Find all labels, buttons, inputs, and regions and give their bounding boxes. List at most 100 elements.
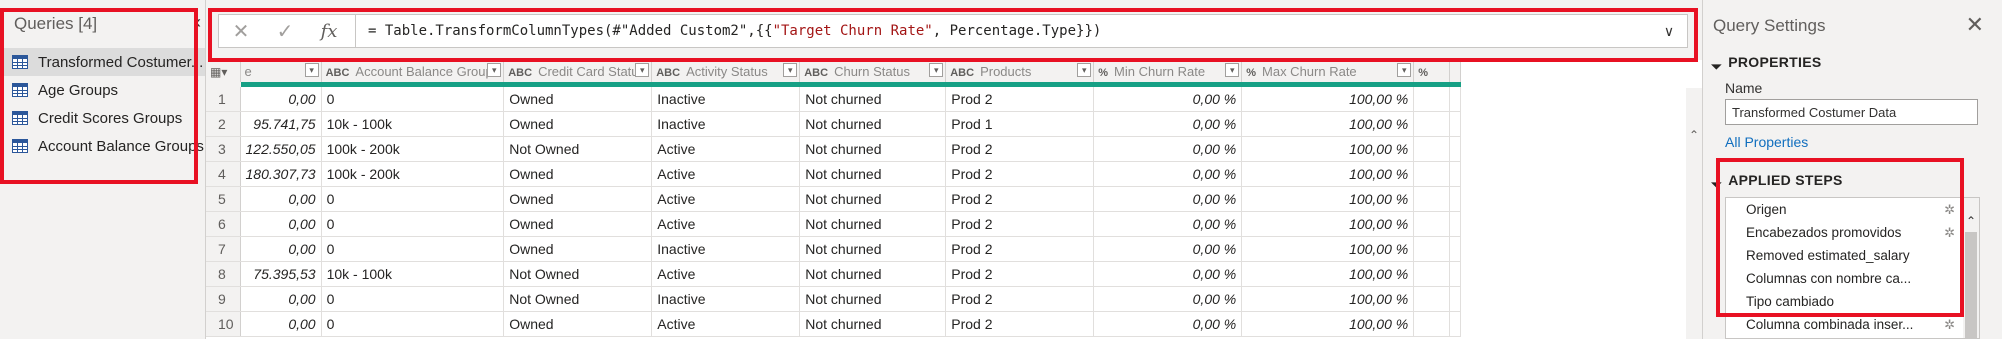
applied-step[interactable]: Removed estimated_salary (1726, 244, 1979, 267)
table-row[interactable]: 9 0,00 0 Not Owned Inactive Not churned Prod 2… (206, 286, 1462, 312)
text-type-icon[interactable]: ABC (950, 67, 974, 79)
gear-icon[interactable]: ✲ (1944, 317, 1955, 333)
table-cell[interactable]: Not Owned (503, 286, 653, 312)
table-cell[interactable]: Not Owned (503, 261, 653, 287)
row-number[interactable]: 7 (206, 236, 241, 262)
table-cell[interactable] (1413, 211, 1451, 237)
row-number[interactable]: 1 (206, 84, 241, 112)
filter-dropdown-icon[interactable]: ▾ (1077, 63, 1092, 77)
table-cell[interactable]: 0,00 % (1093, 111, 1243, 137)
gear-icon[interactable]: ✲ (1944, 225, 1955, 241)
filter-dropdown-icon[interactable]: ▾ (635, 63, 650, 77)
table-cell[interactable] (1413, 261, 1451, 287)
table-cell[interactable]: 0,00 % (1093, 236, 1243, 262)
table-cell[interactable]: 100,00 % (1241, 186, 1415, 212)
percentage-type-icon[interactable]: % (1098, 67, 1108, 79)
filter-dropdown-icon[interactable]: ▾ (487, 63, 502, 77)
table-cell[interactable]: 0,00 % (1093, 286, 1243, 312)
table-cell[interactable]: 0,00 % (1093, 136, 1243, 162)
table-cell[interactable] (1413, 236, 1451, 262)
table-cell[interactable]: 0 (321, 84, 505, 112)
table-row[interactable]: 3 122.550,05 100k - 200k Not Owned Active Not… (206, 136, 1462, 162)
row-number[interactable]: 8 (206, 261, 241, 287)
table-cell[interactable]: 0,00 (240, 311, 322, 337)
table-cell[interactable]: 0 (321, 236, 505, 262)
filter-dropdown-icon[interactable]: ▾ (304, 63, 319, 77)
table-cell[interactable]: 0,00 % (1093, 84, 1243, 112)
table-cell[interactable]: Active (651, 211, 801, 237)
table-cell[interactable]: 0,00 % (1093, 311, 1243, 337)
column-header[interactable]: % (1413, 60, 1451, 87)
row-number[interactable]: 9 (206, 286, 241, 312)
table-menu-icon[interactable]: ▦▾ (210, 65, 227, 79)
table-cell[interactable]: Prod 2 (945, 261, 1095, 287)
table-cell[interactable]: 95.741,75 (240, 111, 322, 137)
applied-steps-section-header[interactable]: ◢ APPLIED STEPS (1711, 172, 1843, 188)
table-cell[interactable]: Owned (503, 311, 653, 337)
table-cell[interactable]: Owned (503, 161, 653, 187)
table-cell[interactable]: 10k - 100k (321, 261, 505, 287)
table-cell[interactable]: 0,00 (240, 186, 322, 212)
table-cell[interactable]: Owned (503, 111, 653, 137)
table-cell[interactable]: Active (651, 311, 801, 337)
table-cell[interactable]: 0,00 (240, 236, 322, 262)
table-cell[interactable]: Active (651, 261, 801, 287)
row-number[interactable]: 10 (206, 311, 241, 337)
table-cell[interactable] (1413, 111, 1451, 137)
table-cell[interactable]: Inactive (651, 84, 801, 112)
steps-scrollbar[interactable]: ⌃ (1963, 198, 1979, 338)
table-cell[interactable]: 0,00 % (1093, 186, 1243, 212)
table-cell[interactable]: 100,00 % (1241, 236, 1415, 262)
table-cell[interactable]: 0 (321, 211, 505, 237)
column-header[interactable]: ABC Products ▾ (945, 60, 1095, 87)
table-cell[interactable]: Active (651, 186, 801, 212)
column-header[interactable]: e ▾ (240, 60, 322, 87)
applied-step[interactable]: Tipo cambiado (1726, 290, 1979, 313)
close-icon[interactable]: ✕ (1966, 12, 1984, 38)
table-cell[interactable]: Not churned (799, 186, 947, 212)
table-cell[interactable]: 0 (321, 286, 505, 312)
table-cell[interactable]: 100,00 % (1241, 311, 1415, 337)
table-row[interactable]: 2 95.741,75 10k - 100k Owned Inactive Not chu… (206, 111, 1462, 137)
filter-dropdown-icon[interactable]: ▾ (1225, 63, 1240, 77)
table-cell[interactable]: 75.395,53 (240, 261, 322, 287)
table-cell[interactable]: 0,00 % (1093, 261, 1243, 287)
cancel-x-icon[interactable]: ✕ (219, 15, 263, 47)
applied-step[interactable]: Origen ✲ (1726, 198, 1979, 221)
query-item[interactable]: Account Balance Groups (0, 132, 205, 160)
table-cell[interactable]: 100,00 % (1241, 161, 1415, 187)
percentage-type-icon[interactable]: % (1418, 67, 1428, 79)
table-cell[interactable] (1413, 84, 1451, 112)
table-cell[interactable]: Prod 2 (945, 211, 1095, 237)
formula-input[interactable]: = Table.TransformColumnTypes(#"Added Cus… (356, 23, 1651, 39)
table-cell[interactable]: Not Owned (503, 136, 653, 162)
table-cell[interactable]: Not churned (799, 211, 947, 237)
table-cell[interactable]: Not churned (799, 111, 947, 137)
row-number[interactable]: 3 (206, 136, 241, 162)
text-type-icon[interactable]: ABC (656, 67, 680, 79)
table-cell[interactable]: 100,00 % (1241, 84, 1415, 112)
table-cell[interactable]: 100,00 % (1241, 111, 1415, 137)
select-all-corner[interactable]: ▦▾ (206, 60, 241, 87)
row-number[interactable]: 5 (206, 186, 241, 212)
table-cell[interactable]: Not churned (799, 84, 947, 112)
table-cell[interactable]: Owned (503, 211, 653, 237)
table-row[interactable]: 7 0,00 0 Owned Inactive Not churned Prod 2 0,00… (206, 236, 1462, 262)
table-cell[interactable]: Active (651, 136, 801, 162)
table-cell[interactable]: 100,00 % (1241, 261, 1415, 287)
collapse-chevron-icon[interactable]: ‹ (195, 12, 201, 33)
table-cell[interactable]: 100k - 200k (321, 161, 505, 187)
percentage-type-icon[interactable]: % (1246, 67, 1256, 79)
scroll-up-icon[interactable]: ⌃ (1963, 214, 1979, 228)
applied-step[interactable]: Columnas con nombre ca... (1726, 267, 1979, 290)
table-cell[interactable]: 0,00 (240, 286, 322, 312)
table-row[interactable]: 6 0,00 0 Owned Active Not churned Prod 2 0,00 %… (206, 211, 1462, 237)
table-cell[interactable]: 0,00 (240, 84, 322, 112)
text-type-icon[interactable]: ABC (804, 67, 828, 79)
table-cell[interactable]: 0,00 (240, 211, 322, 237)
table-cell[interactable]: 122.550,05 (240, 136, 322, 162)
table-cell[interactable]: 0,00 % (1093, 161, 1243, 187)
table-cell[interactable]: Owned (503, 84, 653, 112)
table-cell[interactable]: 0 (321, 311, 505, 337)
table-cell[interactable]: Inactive (651, 236, 801, 262)
